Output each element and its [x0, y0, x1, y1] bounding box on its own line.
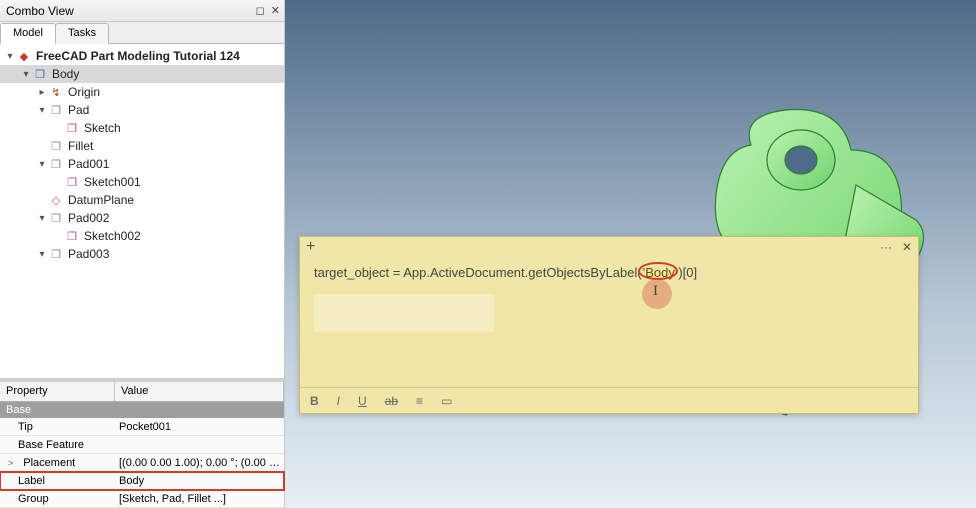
- note-header: + ··· ✕: [300, 237, 918, 257]
- col-property[interactable]: Property: [0, 382, 115, 401]
- tree-fillet[interactable]: Fillet: [66, 139, 95, 153]
- prop-row-group[interactable]: Group [Sketch, Pad, Fillet ...]: [0, 490, 284, 508]
- combo-view-panel: Combo View ◻ ✕ Model Tasks ▾ ◆ FreeCAD P…: [0, 0, 285, 508]
- body-icon: ❒: [32, 68, 48, 81]
- pad-icon: ❒: [48, 104, 64, 117]
- prop-section-base: Base: [0, 402, 284, 418]
- prop-row-basefeature[interactable]: Base Feature: [0, 436, 284, 454]
- twisty-icon[interactable]: ▾: [36, 159, 48, 170]
- pad-icon: ❒: [48, 212, 64, 225]
- tree-pad003[interactable]: Pad003: [66, 247, 111, 261]
- add-note-button[interactable]: +: [306, 238, 315, 256]
- pin-icon[interactable]: ◻: [256, 4, 265, 17]
- italic-button[interactable]: I: [337, 394, 340, 408]
- tree-pad001[interactable]: Pad001: [66, 157, 111, 171]
- prop-key: Placement: [0, 457, 115, 469]
- tree-sketch002[interactable]: Sketch002: [82, 229, 143, 243]
- twisty-icon[interactable]: ▾: [36, 105, 48, 116]
- panel-header: Combo View ◻ ✕: [0, 0, 284, 22]
- prop-key: Base Feature: [0, 439, 115, 451]
- 3d-viewport[interactable]: + ··· ✕ target_object = App.ActiveDocume…: [285, 0, 976, 508]
- tree-pad002[interactable]: Pad002: [66, 211, 111, 225]
- prop-value[interactable]: Body: [115, 475, 284, 487]
- prop-key: Tip: [0, 421, 115, 433]
- property-header: Property Value: [0, 382, 284, 402]
- prop-row-label[interactable]: Label Body: [0, 472, 284, 490]
- close-note-button[interactable]: ✕: [902, 240, 912, 254]
- origin-icon: ↯: [48, 86, 64, 99]
- note-body[interactable]: target_object = App.ActiveDocument.getOb…: [300, 257, 918, 387]
- prop-key: Group: [0, 493, 115, 505]
- sketch-icon: ❐: [64, 176, 80, 189]
- tab-tasks[interactable]: Tasks: [55, 23, 109, 44]
- panel-header-buttons: ◻ ✕: [256, 4, 280, 17]
- prop-key: Label: [0, 475, 115, 487]
- code-post: )[0]: [678, 265, 697, 280]
- col-value[interactable]: Value: [115, 382, 284, 401]
- bold-button[interactable]: B: [310, 394, 319, 408]
- code-highlight: 'Body': [642, 265, 679, 280]
- underline-button[interactable]: U: [358, 394, 367, 408]
- twisty-icon[interactable]: ▾: [4, 51, 16, 62]
- pad-icon: ❒: [48, 158, 64, 171]
- tabs: Model Tasks: [0, 22, 284, 44]
- note-code-line[interactable]: target_object = App.ActiveDocument.getOb…: [314, 265, 904, 280]
- code-pre: target_object = App.ActiveDocument.getOb…: [314, 265, 642, 280]
- close-icon[interactable]: ✕: [271, 4, 280, 17]
- prop-value[interactable]: [(0.00 0.00 1.00); 0.00 °; (0.00 mm 0.00…: [115, 457, 284, 469]
- tree-pad[interactable]: Pad: [66, 103, 91, 117]
- strike-button[interactable]: ab: [385, 394, 398, 408]
- panel-title: Combo View: [6, 4, 74, 18]
- twisty-icon[interactable]: ▸: [36, 87, 48, 98]
- tree-origin[interactable]: Origin: [66, 85, 102, 99]
- note-input-placeholder[interactable]: [314, 294, 494, 332]
- app-root: Combo View ◻ ✕ Model Tasks ▾ ◆ FreeCAD P…: [0, 0, 976, 508]
- prop-row-placement[interactable]: Placement [(0.00 0.00 1.00); 0.00 °; (0.…: [0, 454, 284, 472]
- more-icon[interactable]: ···: [880, 240, 892, 254]
- tab-model[interactable]: Model: [0, 23, 56, 44]
- prop-value[interactable]: Pocket001: [115, 421, 284, 433]
- tree-doc[interactable]: FreeCAD Part Modeling Tutorial 124: [34, 49, 242, 63]
- document-icon: ◆: [16, 50, 32, 63]
- sketch-icon: ❐: [64, 122, 80, 135]
- list-button[interactable]: ≡: [416, 394, 423, 408]
- twisty-icon[interactable]: ▾: [36, 249, 48, 260]
- sticky-note[interactable]: + ··· ✕ target_object = App.ActiveDocume…: [299, 236, 919, 414]
- image-button[interactable]: ▭: [441, 394, 452, 408]
- note-toolbar: B I U ab ≡ ▭: [300, 387, 918, 413]
- tree-datumplane[interactable]: DatumPlane: [66, 193, 136, 207]
- twisty-icon[interactable]: ▾: [36, 213, 48, 224]
- prop-row-tip[interactable]: Tip Pocket001: [0, 418, 284, 436]
- property-table: Tip Pocket001 Base Feature Placement [(0…: [0, 418, 284, 508]
- tree-sketch[interactable]: Sketch: [82, 121, 123, 135]
- model-tree[interactable]: ▾ ◆ FreeCAD Part Modeling Tutorial 124 ▾…: [0, 44, 284, 378]
- fillet-icon: ❒: [48, 140, 64, 153]
- twisty-icon[interactable]: ▾: [20, 69, 32, 80]
- pad-icon: ❒: [48, 248, 64, 261]
- datum-plane-icon: ◇: [48, 194, 64, 207]
- cursor-highlight-icon: [642, 279, 672, 309]
- tree-body[interactable]: Body: [50, 67, 81, 81]
- prop-value[interactable]: [Sketch, Pad, Fillet ...]: [115, 493, 284, 505]
- sketch-icon: ❐: [64, 230, 80, 243]
- tree-sketch001[interactable]: Sketch001: [82, 175, 143, 189]
